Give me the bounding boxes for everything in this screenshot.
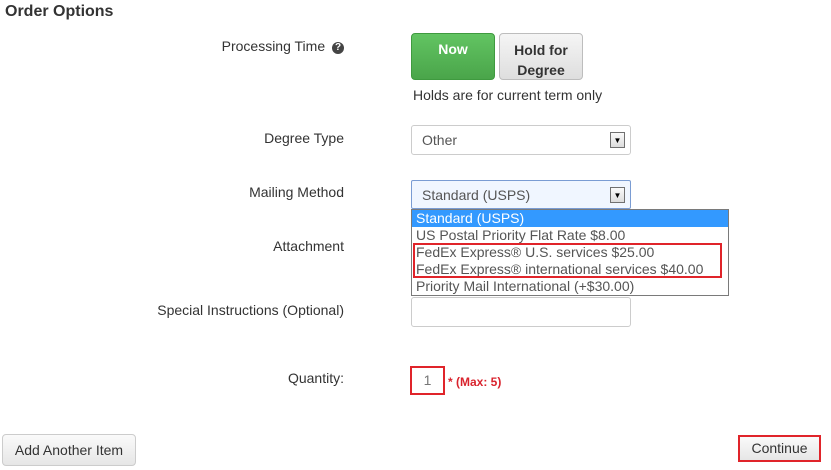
hold-label-line1: Hold for (514, 42, 568, 58)
degree-type-select[interactable]: Other ▼ (411, 125, 631, 155)
mailing-method-dropdown: Standard (USPS) US Postal Priority Flat … (411, 209, 729, 296)
mailing-method-label: Mailing Method (249, 184, 344, 200)
special-instructions-label: Special Instructions (Optional) (157, 302, 344, 318)
special-instructions-input[interactable] (411, 297, 631, 327)
mailing-option[interactable]: FedEx Express® international services $4… (412, 261, 728, 278)
processing-time-label: Processing Time ? (4, 38, 344, 54)
degree-type-value: Other (422, 132, 458, 148)
mailing-method-value: Standard (USPS) (422, 187, 531, 203)
quantity-max-note: * (Max: 5) (448, 375, 502, 389)
hold-for-degree-button[interactable]: Hold for Degree (499, 33, 583, 80)
mailing-option[interactable]: FedEx Express® U.S. services $25.00 (412, 244, 728, 261)
quantity-input[interactable]: 1 (410, 366, 445, 395)
hold-note: Holds are for current term only (413, 87, 603, 103)
chevron-down-icon[interactable]: ▼ (610, 132, 625, 148)
processing-time-label-text: Processing Time (221, 38, 326, 54)
mailing-option[interactable]: Standard (USPS) (412, 210, 728, 227)
now-button[interactable]: Now (411, 33, 495, 80)
mailing-option[interactable]: US Postal Priority Flat Rate $8.00 (412, 227, 728, 244)
order-options-title: Order Options (5, 3, 114, 20)
mailing-option[interactable]: Priority Mail International (+$30.00) (412, 278, 728, 295)
attachment-label: Attachment (273, 238, 344, 254)
mailing-method-select[interactable]: Standard (USPS) ▼ (411, 180, 631, 209)
quantity-label: Quantity: (287, 370, 344, 386)
question-circle-icon[interactable]: ? (332, 42, 344, 54)
hold-label-line2: Degree (517, 62, 565, 78)
add-another-item-button[interactable]: Add Another Item (2, 434, 136, 466)
degree-type-label: Degree Type (264, 130, 344, 146)
continue-button[interactable]: Continue (738, 435, 821, 462)
chevron-down-icon[interactable]: ▼ (610, 187, 625, 203)
